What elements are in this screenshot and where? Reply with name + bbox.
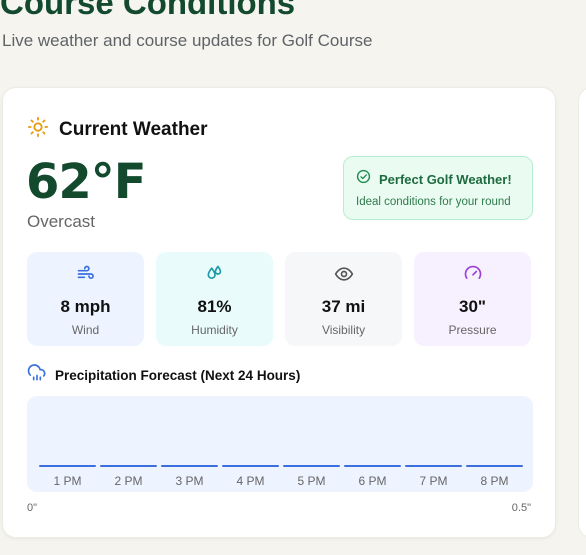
page-subtitle: Live weather and course updates for Golf… bbox=[2, 31, 373, 50]
gauge-icon bbox=[463, 264, 483, 289]
stat-humidity: 81% Humidity bbox=[156, 252, 273, 346]
stat-value: 81% bbox=[197, 297, 232, 316]
weather-stats: 8 mph Wind 81% Humidity 37 mi Visibility bbox=[27, 252, 531, 346]
precipitation-header: Precipitation Forecast (Next 24 Hours) bbox=[27, 363, 300, 388]
stat-label: Pressure bbox=[448, 323, 497, 337]
hour-bar: 4 PM bbox=[222, 465, 279, 488]
check-circle-icon bbox=[356, 169, 371, 189]
stat-value: 8 mph bbox=[60, 297, 111, 316]
stat-label: Humidity bbox=[191, 323, 238, 337]
scale-min-label: 0" bbox=[27, 502, 38, 514]
weather-condition: Overcast bbox=[27, 212, 96, 231]
stat-visibility: 37 mi Visibility bbox=[285, 252, 402, 346]
hour-label: 4 PM bbox=[236, 474, 265, 488]
wind-icon bbox=[76, 264, 96, 289]
current-weather-card: Current Weather 62°F Overcast Perfect Go… bbox=[2, 87, 556, 538]
card-header: Current Weather bbox=[27, 116, 208, 143]
hour-bar: 3 PM bbox=[161, 465, 218, 488]
hour-label: 7 PM bbox=[419, 474, 448, 488]
precip-bar-line bbox=[222, 465, 279, 467]
precipitation-title: Precipitation Forecast (Next 24 Hours) bbox=[55, 368, 301, 383]
hour-bar: 6 PM bbox=[344, 465, 401, 488]
hour-bar: 7 PM bbox=[405, 465, 462, 488]
stat-value: 37 mi bbox=[321, 297, 366, 316]
precipitation-chart: 1 PM 2 PM 3 PM 4 PM 5 PM 6 PM 7 PM 8 PM bbox=[27, 396, 533, 492]
precip-bar-line bbox=[39, 465, 96, 467]
card-title: Current Weather bbox=[59, 118, 208, 140]
temperature-value: 62°F bbox=[26, 154, 147, 210]
stat-wind: 8 mph Wind bbox=[27, 252, 144, 346]
hour-bar: 5 PM bbox=[283, 465, 340, 488]
precip-bar-line bbox=[161, 465, 218, 467]
precip-bar-line bbox=[100, 465, 157, 467]
hour-label: 5 PM bbox=[297, 474, 326, 488]
alert-message: Ideal conditions for your round bbox=[356, 196, 511, 208]
hour-label: 3 PM bbox=[175, 474, 204, 488]
sun-icon bbox=[27, 116, 49, 143]
alert-title: Perfect Golf Weather! bbox=[379, 171, 512, 187]
stat-value: 30" bbox=[459, 297, 486, 316]
stat-label: Visibility bbox=[321, 323, 366, 337]
hour-label: 1 PM bbox=[53, 474, 82, 488]
precip-bar-line bbox=[283, 465, 340, 467]
hour-bar: 2 PM bbox=[100, 465, 157, 488]
hourly-bars: 1 PM 2 PM 3 PM 4 PM 5 PM 6 PM 7 PM 8 PM bbox=[39, 465, 523, 488]
scale-max-label: 0.5" bbox=[511, 502, 531, 514]
stat-pressure: 30" Pressure bbox=[414, 252, 531, 346]
page-title: Course Conditions bbox=[0, 0, 296, 21]
hour-label: 8 PM bbox=[480, 474, 509, 488]
cloud-rain-icon bbox=[27, 363, 47, 388]
hour-label: 6 PM bbox=[358, 474, 387, 488]
droplets-icon bbox=[205, 264, 225, 289]
stat-label: Wind bbox=[71, 323, 100, 337]
hour-bar: 1 PM bbox=[39, 465, 96, 488]
hour-bar: 8 PM bbox=[466, 465, 523, 488]
precip-bar-line bbox=[344, 465, 401, 467]
adjacent-card bbox=[578, 87, 586, 538]
hour-label: 2 PM bbox=[114, 474, 143, 488]
precip-bar-line bbox=[405, 465, 462, 467]
precip-bar-line bbox=[466, 465, 523, 467]
eye-icon bbox=[334, 264, 354, 289]
golf-weather-alert: Perfect Golf Weather! Ideal conditions f… bbox=[343, 156, 533, 220]
